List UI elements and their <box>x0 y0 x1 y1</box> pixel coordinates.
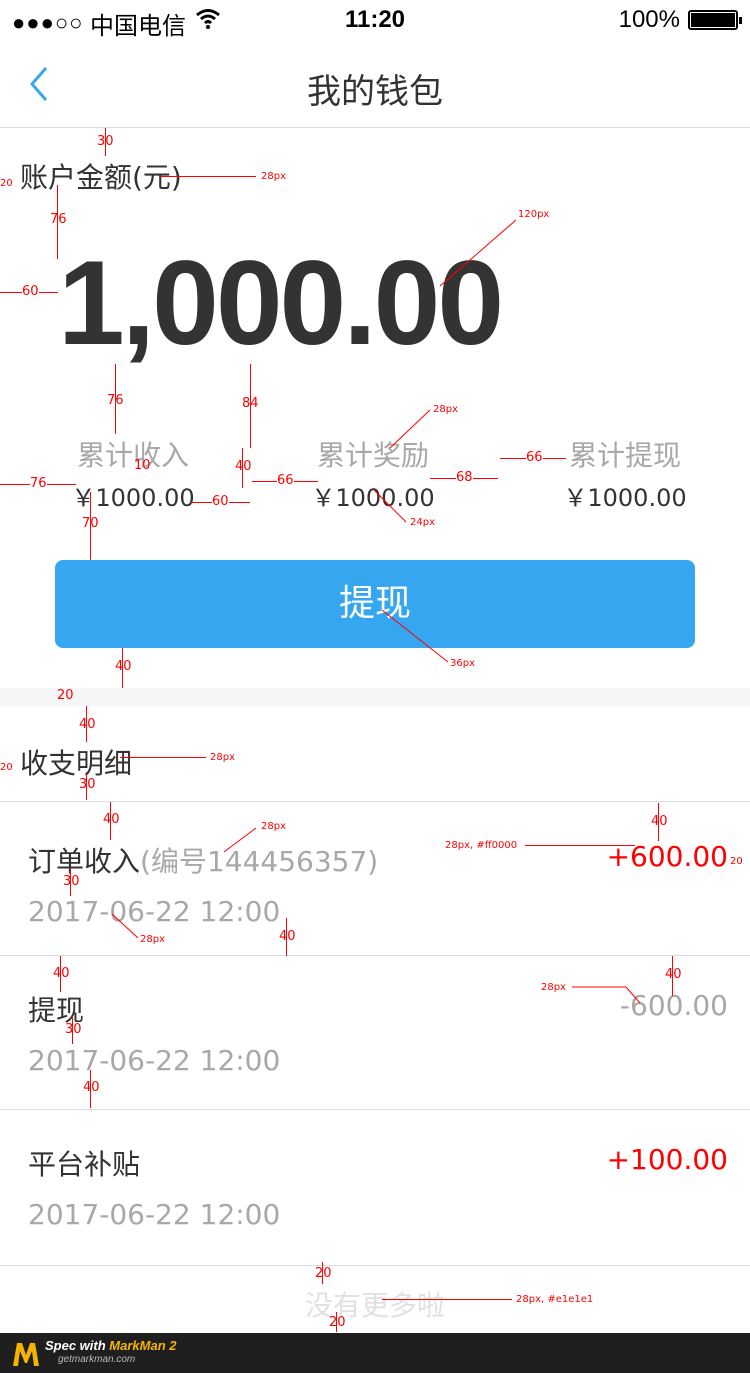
spacing-annotation: 84 <box>242 396 259 411</box>
no-more-label: 没有更多啦 <box>304 1289 445 1322</box>
font-annotation: 120px <box>518 209 550 220</box>
spacing-annotation: 60 <box>22 284 39 299</box>
nav-bar: 我的钱包 <box>0 40 750 128</box>
stat-income: 累计收入 ￥1000.00 <box>60 434 206 513</box>
spacing-annotation: 40 <box>115 659 132 674</box>
stat-label: 累计收入 <box>76 439 189 472</box>
callout-line <box>373 489 407 523</box>
callout-line <box>389 409 431 449</box>
spacing-annotation: 30 <box>97 134 114 149</box>
spacing-annotation: 20 <box>0 178 13 189</box>
page-title: 我的钱包 <box>307 72 443 112</box>
details-title: 收支明细 <box>20 747 133 780</box>
spacing-annotation: 76 <box>107 393 124 408</box>
spacing-annotation: 30 <box>79 777 96 792</box>
transaction-date: 2017-06-22 12:00 <box>28 1198 281 1231</box>
footer-spec-label: Spec with <box>45 1338 110 1353</box>
markman-logo-icon <box>13 1343 39 1366</box>
spacing-annotation: 30 <box>65 1022 82 1037</box>
transaction-order-number: (编号144456357) <box>140 845 379 878</box>
spacing-annotation: 40 <box>665 967 682 982</box>
spacing-annotation: 40 <box>651 814 668 829</box>
stat-value: ￥1000.00 <box>563 484 687 512</box>
footer-url: getmarkman.com <box>58 1354 136 1365</box>
spacing-annotation: 40 <box>279 929 296 944</box>
battery-percent: 100% <box>618 6 680 33</box>
font-annotation: 28px <box>210 752 235 763</box>
spacing-guide <box>160 176 256 177</box>
callout-line <box>111 913 139 939</box>
font-annotation: 28px <box>433 404 458 415</box>
spacing-annotation: 40 <box>79 717 96 732</box>
account-label: 账户金额(元) <box>20 161 182 194</box>
transaction-type: 平台补贴 <box>28 1148 141 1181</box>
section-divider <box>0 688 750 706</box>
font-annotation: 28px, #e1e1e1 <box>516 1294 594 1305</box>
withdraw-button[interactable]: 提现 <box>55 560 695 648</box>
stat-withdrawn: 累计提现 ￥1000.00 <box>552 434 698 513</box>
spacing-annotation: 68 <box>456 470 473 485</box>
spacing-annotation: 76 <box>30 476 47 491</box>
stat-label: 累计提现 <box>568 439 681 472</box>
transaction-title: 平台补贴 <box>28 1143 140 1183</box>
spacing-annotation: 40 <box>103 812 120 827</box>
callout-line <box>381 609 449 663</box>
spacing-annotation: 66 <box>526 450 543 465</box>
spacing-annotation: 20 <box>329 1315 346 1330</box>
spacing-annotation: 66 <box>277 473 294 488</box>
markman-footer: Spec with MarkMan 2 getmarkman.com <box>0 1333 750 1373</box>
status-bar: ●●●○○ 中国电信 11:20 100% <box>0 0 750 40</box>
transaction-type: 订单收入 <box>28 845 141 878</box>
font-annotation: 36px <box>450 658 475 669</box>
spacing-guide <box>525 845 635 846</box>
spacing-guide <box>382 1299 512 1300</box>
stat-value: ￥1000.00 <box>71 484 195 512</box>
transaction-amount: +100.00 <box>606 1143 728 1176</box>
callout-line <box>572 986 641 1004</box>
battery-icon <box>688 10 742 30</box>
spacing-annotation: 40 <box>235 459 252 474</box>
transaction-row[interactable]: 平台补贴 2017-06-22 12:00 +100.00 <box>0 1109 750 1266</box>
spacing-annotation: 20 <box>730 856 743 867</box>
spacing-annotation: 20 <box>57 688 74 703</box>
spacing-annotation: 40 <box>53 966 70 981</box>
callout-line <box>223 827 257 853</box>
spacing-annotation: 76 <box>50 212 67 227</box>
footer-text: Spec with MarkMan 2 <box>45 1338 177 1353</box>
spacing-guide <box>120 757 206 758</box>
spacing-annotation: 20 <box>0 762 13 773</box>
footer-brand: MarkMan 2 <box>109 1338 177 1353</box>
list-bottom-divider <box>0 1265 750 1266</box>
spacing-annotation: 70 <box>82 516 99 531</box>
spacing-annotation: 30 <box>63 874 80 889</box>
font-annotation: 28px, #ff0000 <box>445 840 518 851</box>
font-annotation: 28px <box>140 934 165 945</box>
transaction-title: 订单收入(编号144456357) <box>28 840 378 880</box>
spacing-annotation: 40 <box>83 1080 100 1095</box>
spacing-annotation: 10 <box>134 458 151 473</box>
balance-amount: 1,000.00 <box>58 236 504 370</box>
font-annotation: 28px <box>261 821 286 832</box>
transaction-date: 2017-06-22 12:00 <box>28 1044 281 1077</box>
callout-line <box>439 219 517 287</box>
font-annotation: 24px <box>410 517 435 528</box>
font-annotation: 28px <box>541 982 566 993</box>
font-annotation: 28px <box>261 171 286 182</box>
transaction-date: 2017-06-22 12:00 <box>28 895 281 928</box>
spacing-annotation: 60 <box>212 494 229 509</box>
spacing-annotation: 20 <box>315 1266 332 1281</box>
transaction-row[interactable]: 提现 2017-06-22 12:00 -600.00 <box>0 955 750 1110</box>
